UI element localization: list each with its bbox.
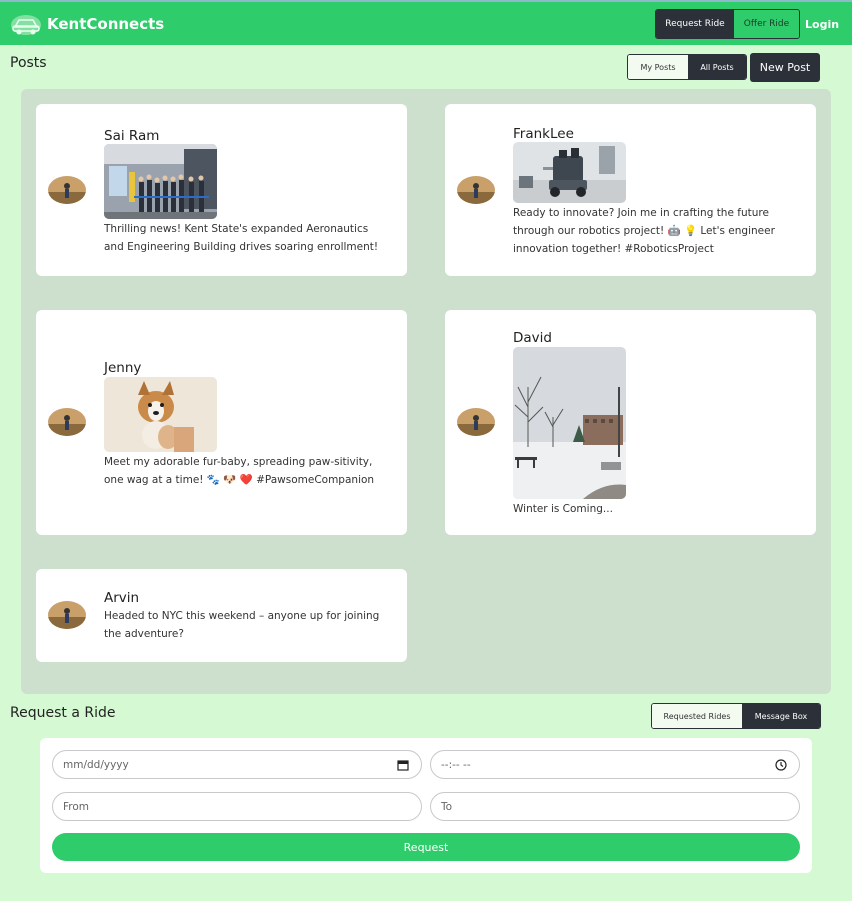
- time-input[interactable]: --:-- --: [430, 750, 800, 779]
- brand-name: KentConnects: [47, 15, 165, 33]
- time-placeholder: --:-- --: [441, 758, 471, 771]
- post-card[interactable]: Sai Ram Thrilling news! Kent State's exp…: [36, 104, 407, 276]
- from-input[interactable]: From: [52, 792, 422, 821]
- ride-mode-toggle: Request Ride Offer Ride: [655, 9, 800, 39]
- post-text: Winter is Coming...: [513, 503, 613, 515]
- post-author: Arvin: [104, 590, 140, 606]
- post-author: Jenny: [104, 360, 142, 376]
- request-ride-title: Request a Ride: [10, 705, 116, 721]
- post-image[interactable]: [513, 142, 626, 203]
- ride-request-form: mm/dd/yyyy --:-- -- From To Request: [40, 738, 812, 873]
- post-card[interactable]: David Winter is Coming...: [445, 310, 816, 535]
- posts-feed: Sai Ram Thrilling news! Kent State's exp…: [21, 89, 831, 694]
- login-link[interactable]: Login: [805, 18, 839, 31]
- avatar[interactable]: [48, 601, 86, 629]
- requested-rides-button[interactable]: Requested Rides: [652, 704, 742, 728]
- message-box-button[interactable]: Message Box: [742, 704, 820, 728]
- post-card[interactable]: Jenny Meet my adorable fur-baby, spreadi…: [36, 310, 407, 535]
- request-ride-button[interactable]: Request Ride: [656, 10, 734, 38]
- date-input[interactable]: mm/dd/yyyy: [52, 750, 422, 779]
- post-image[interactable]: [104, 377, 217, 452]
- ride-view-toggle: Requested Rides Message Box: [651, 703, 821, 729]
- from-placeholder: From: [63, 800, 90, 813]
- all-posts-button[interactable]: All Posts: [688, 55, 746, 79]
- posts-filter-toggle: My Posts All Posts: [627, 54, 747, 80]
- post-image[interactable]: [104, 144, 217, 219]
- avatar[interactable]: [48, 408, 86, 436]
- avatar[interactable]: [48, 176, 86, 204]
- post-text: Thrilling news! Kent State's expanded Ae…: [104, 223, 379, 253]
- post-author: David: [513, 330, 552, 346]
- post-author: Sai Ram: [104, 128, 160, 144]
- clock-icon[interactable]: [775, 759, 787, 771]
- avatar[interactable]: [457, 176, 495, 204]
- posts-title: Posts: [10, 55, 47, 71]
- new-post-button[interactable]: New Post: [750, 53, 820, 82]
- date-placeholder: mm/dd/yyyy: [63, 758, 129, 771]
- request-button[interactable]: Request: [52, 833, 800, 861]
- to-input[interactable]: To: [430, 792, 800, 821]
- brand[interactable]: KentConnects: [10, 11, 164, 37]
- avatar[interactable]: [457, 408, 495, 436]
- offer-ride-button[interactable]: Offer Ride: [734, 10, 799, 38]
- post-text: Meet my adorable fur-baby, spreading paw…: [104, 456, 375, 486]
- post-card[interactable]: FrankLee Ready to innovate? Join me in c…: [445, 104, 816, 276]
- post-card[interactable]: Arvin Headed to NYC this weekend – anyon…: [36, 569, 407, 662]
- post-image[interactable]: [513, 347, 626, 499]
- post-text: Ready to innovate? Join me in crafting t…: [513, 207, 775, 255]
- car-logo-icon: [11, 15, 41, 35]
- post-author: FrankLee: [513, 126, 574, 142]
- navbar: KentConnects Request Ride Offer Ride Log…: [0, 0, 852, 45]
- calendar-icon[interactable]: [397, 759, 409, 771]
- to-placeholder: To: [441, 800, 453, 813]
- post-text: Headed to NYC this weekend – anyone up f…: [104, 610, 380, 640]
- my-posts-button[interactable]: My Posts: [628, 55, 688, 79]
